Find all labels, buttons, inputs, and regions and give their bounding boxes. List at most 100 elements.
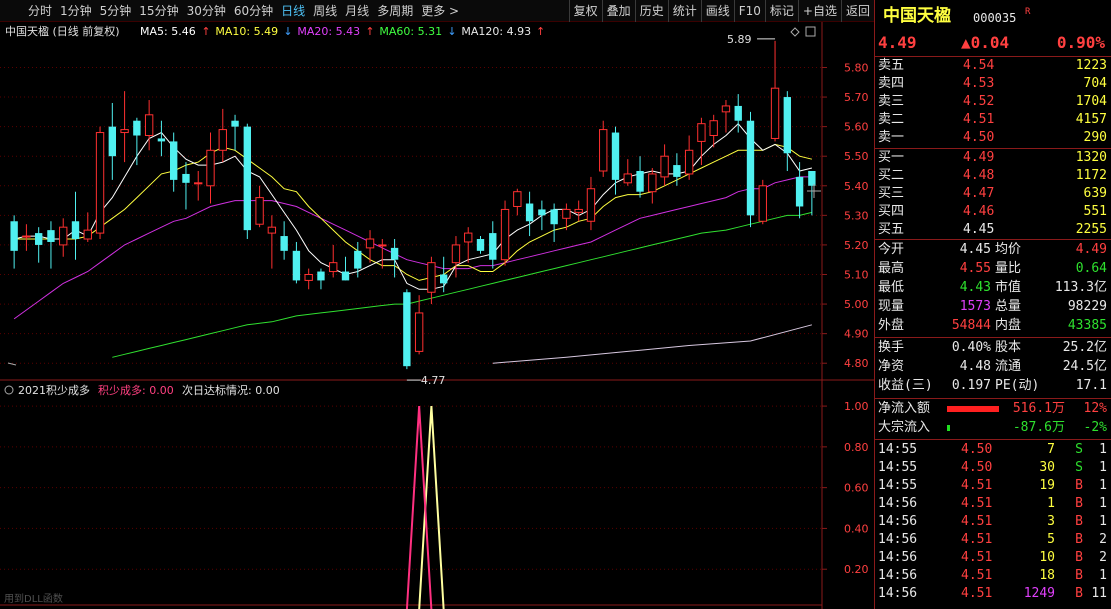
candle[interactable] — [500, 208, 510, 261]
ask-row: 卖二 4.51 4157 — [875, 111, 1111, 129]
candle[interactable] — [746, 120, 755, 216]
candle[interactable] — [550, 209, 558, 225]
period-tab-3[interactable]: 15分钟 — [135, 0, 182, 22]
candle[interactable] — [47, 230, 55, 242]
period-tab-9[interactable]: 多周期 — [373, 0, 417, 22]
candle[interactable] — [783, 97, 791, 154]
candle[interactable] — [83, 229, 92, 240]
candle[interactable] — [709, 120, 718, 137]
period-tab-8[interactable]: 月线 — [341, 0, 373, 22]
period-tab-6[interactable]: 日线 — [277, 0, 309, 22]
candle[interactable] — [133, 120, 141, 136]
candle[interactable] — [513, 191, 522, 207]
candle[interactable] — [673, 165, 681, 177]
toolbar-button-6[interactable]: 标记 — [764, 0, 798, 22]
candle[interactable] — [108, 126, 116, 157]
candle[interactable] — [684, 149, 694, 175]
candle[interactable] — [562, 208, 571, 219]
candle[interactable] — [427, 262, 436, 293]
candle[interactable] — [10, 221, 18, 251]
candle[interactable] — [317, 271, 325, 281]
ask-volume: 4157 — [1075, 112, 1107, 127]
period-tab-4[interactable]: 30分钟 — [183, 0, 230, 22]
candle[interactable] — [538, 209, 546, 216]
toolbar-button-3[interactable]: 统计 — [667, 0, 701, 22]
candle[interactable] — [414, 312, 424, 352]
candle[interactable] — [341, 271, 350, 281]
candle[interactable] — [365, 238, 375, 249]
candle[interactable] — [623, 173, 632, 184]
toolbar-button-0[interactable]: 复权 — [568, 0, 602, 22]
candle[interactable] — [206, 149, 215, 187]
candle[interactable] — [280, 236, 288, 251]
stat-value: 4.43 — [959, 280, 991, 295]
tick-volume: 30 — [1039, 460, 1055, 475]
candle[interactable] — [795, 176, 804, 207]
toolbar-button-1[interactable]: 叠加 — [601, 0, 635, 22]
candle[interactable] — [120, 129, 129, 134]
candle[interactable] — [378, 244, 387, 247]
candle[interactable] — [489, 233, 497, 260]
candle[interactable] — [697, 123, 706, 142]
indicator-settings-icon[interactable] — [4, 385, 14, 395]
candle[interactable] — [170, 141, 178, 180]
candle[interactable] — [476, 239, 485, 251]
candle[interactable] — [770, 87, 780, 139]
chart-title: 中国天楹 (日线 前复权) — [5, 24, 120, 38]
candle[interactable] — [390, 247, 399, 260]
candle[interactable] — [292, 250, 301, 281]
candle[interactable] — [59, 226, 68, 246]
candle[interactable] — [329, 262, 338, 273]
period-tab-0[interactable]: 分时 — [24, 0, 56, 22]
maximize-icon[interactable] — [805, 26, 816, 37]
candle[interactable] — [611, 132, 620, 180]
candle[interactable] — [660, 155, 669, 178]
candle[interactable] — [758, 185, 767, 222]
candle[interactable] — [157, 138, 166, 142]
candle[interactable] — [182, 173, 190, 183]
candle[interactable] — [464, 232, 473, 243]
candle[interactable] — [586, 188, 596, 222]
candle[interactable] — [22, 235, 31, 238]
tick-time: 14:56 — [878, 586, 918, 601]
candle[interactable] — [403, 292, 411, 367]
period-tab-7[interactable]: 周线 — [309, 0, 341, 22]
period-tab-1[interactable]: 1分钟 — [56, 0, 96, 22]
period-tab-2[interactable]: 5分钟 — [96, 0, 136, 22]
candle[interactable] — [304, 273, 313, 281]
candle[interactable] — [808, 170, 816, 186]
toolbar-button-8[interactable]: 返回 — [840, 0, 874, 22]
candle[interactable] — [267, 226, 277, 234]
candle[interactable] — [218, 129, 227, 151]
candle[interactable] — [440, 274, 448, 284]
candle[interactable] — [734, 105, 742, 121]
candle[interactable] — [255, 197, 264, 225]
diamond-icon[interactable] — [790, 27, 800, 37]
candle[interactable] — [95, 132, 105, 234]
flow-label: 大宗流入 — [878, 420, 931, 435]
candle[interactable] — [648, 173, 657, 193]
candle[interactable] — [35, 233, 43, 245]
stat-label: 内盘 — [995, 318, 1022, 333]
candle[interactable] — [636, 170, 644, 192]
tick-time: 14:56 — [878, 496, 918, 511]
toolbar-button-4[interactable]: 画线 — [700, 0, 734, 22]
ask-label: 卖一 — [878, 130, 905, 145]
candle[interactable] — [71, 221, 80, 240]
period-tab-10[interactable]: 更多 > — [417, 0, 463, 22]
candle[interactable] — [243, 126, 251, 231]
candle[interactable] — [231, 120, 239, 127]
candle[interactable] — [451, 244, 461, 264]
period-tab-5[interactable]: 60分钟 — [230, 0, 277, 22]
kline-chart[interactable]: 5.80 5.70 5.60 5.50 5.40 5.30 5.20 5.10 5.00 4.90… — [0, 22, 874, 609]
toolbar-button-5[interactable]: F10 — [733, 0, 765, 22]
candle[interactable] — [525, 203, 534, 222]
candle[interactable] — [144, 114, 154, 137]
candle[interactable] — [354, 250, 362, 269]
toolbar-button-7[interactable]: +自选 — [797, 0, 841, 22]
candle[interactable] — [194, 182, 203, 185]
candle[interactable] — [599, 129, 608, 172]
candle[interactable] — [574, 208, 583, 213]
candle[interactable] — [721, 105, 731, 113]
toolbar-button-2[interactable]: 历史 — [634, 0, 668, 22]
